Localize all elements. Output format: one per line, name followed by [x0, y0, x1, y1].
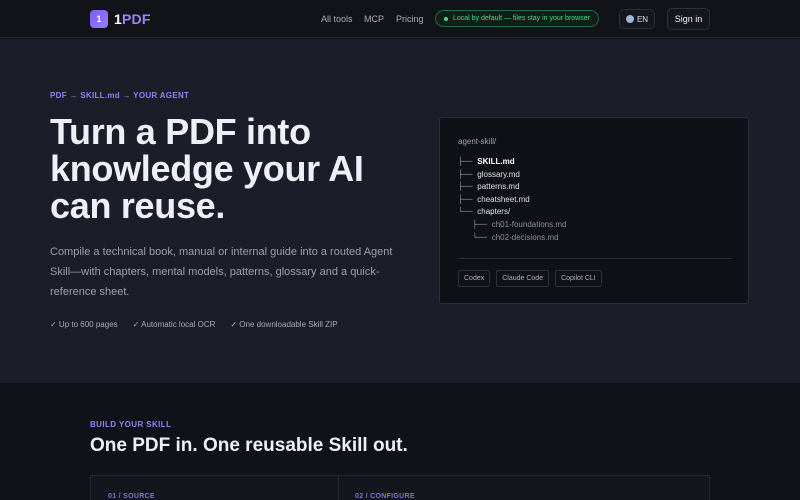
feature-check-ocr: ✓ Automatic local OCR [132, 320, 216, 329]
globe-icon [625, 15, 634, 23]
logo-mark-icon: 1 [90, 10, 108, 28]
tree-child-item: └── ch02-decisions.md [472, 232, 559, 242]
status-dot-icon [444, 16, 448, 21]
tree-item: ├── cheatsheet.md [458, 194, 530, 204]
language-selector[interactable]: EN [619, 9, 655, 29]
step-divider [338, 476, 339, 500]
nav-all-tools-link[interactable]: All tools [321, 14, 353, 24]
tree-root-label: agent-skill/ [458, 137, 497, 146]
step-configure-label: 02 / CONFIGURE [355, 493, 415, 500]
hero-headline: Turn a PDF into knowledge your AI can re… [50, 111, 364, 226]
agent-chips: Codex Claude Code Copilot CLI [458, 270, 608, 287]
tree-item: └── chapters/ [458, 207, 511, 217]
feature-check-pages: ✓ Up to 600 pages [50, 320, 118, 329]
top-navigation-bar: 1 1PDF All tools MCP Pricing Local by de… [0, 0, 800, 38]
hero-section: PDF → SKILL.md → YOUR AGENT Turn a PDF i… [0, 39, 800, 383]
agent-chip-copilot-cli: Copilot CLI [555, 270, 602, 287]
skill-file-tree-card: agent-skill/ ├── SKILL.md ├── glossary.m… [439, 117, 749, 304]
hero-eyebrow: PDF → SKILL.md → YOUR AGENT [50, 91, 190, 100]
sign-in-button[interactable]: Sign in [667, 8, 710, 30]
tree-child-item: ├── ch01-foundations.md [472, 219, 567, 229]
tree-item: ├── patterns.md [458, 182, 520, 192]
build-section-label: BUILD YOUR SKILL [90, 420, 172, 429]
tree-item: ├── glossary.md [458, 169, 520, 179]
local-by-default-badge: Local by default — files stay in your br… [435, 10, 599, 27]
nav-pricing-link[interactable]: Pricing [396, 14, 424, 24]
build-steps-panel: 01 / SOURCE 02 / CONFIGURE [90, 475, 710, 500]
tree-item: ├── SKILL.md [458, 157, 515, 166]
feature-check-zip: ✓ One downloadable Skill ZIP [230, 320, 338, 329]
agent-chip-codex: Codex [458, 270, 491, 287]
step-source-label: 01 / SOURCE [108, 493, 155, 500]
hero-subtitle: Compile a technical book, manual or inte… [50, 246, 393, 298]
tree-divider [458, 258, 732, 259]
file-tree: ├── SKILL.md ├── glossary.md ├── pattern… [458, 156, 566, 244]
local-badge-text: Local by default — files stay in your br… [453, 15, 590, 22]
agent-chip-claude-code: Claude Code [496, 270, 550, 287]
language-label: EN [636, 14, 649, 24]
logo[interactable]: 1 1PDF [90, 10, 151, 28]
logo-text: 1PDF [114, 11, 151, 27]
feature-checks: ✓ Up to 600 pages ✓ Automatic local OCR … [50, 320, 353, 329]
nav-mcp-link[interactable]: MCP [364, 14, 384, 24]
build-section-title: One PDF in. One reusable Skill out. [90, 435, 408, 456]
